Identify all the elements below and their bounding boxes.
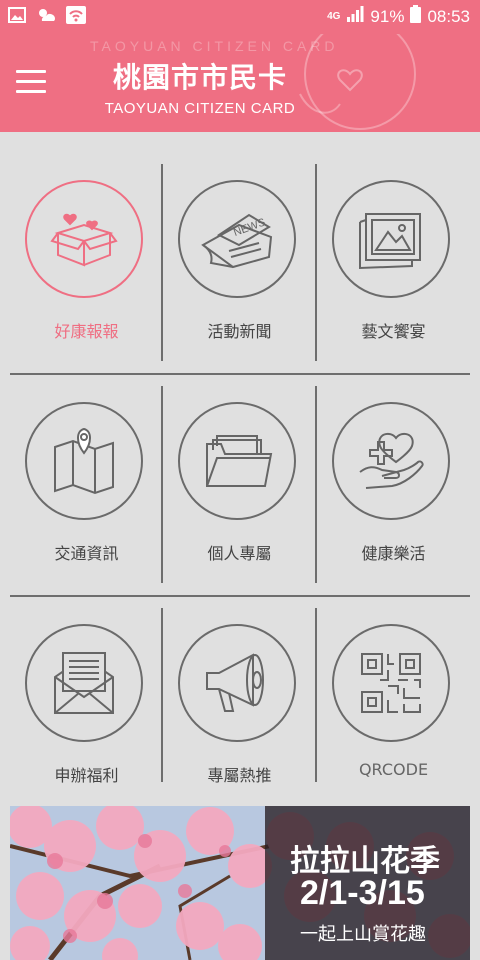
title-english: TAOYUAN CITIZEN CARD	[104, 100, 296, 117]
banner-dates: 2/1-3/15	[300, 874, 425, 912]
menu-item-promo[interactable]: 專屬熱推	[163, 594, 316, 805]
menu-item-traffic[interactable]: 交通資訊	[10, 372, 163, 583]
map-pin-icon	[25, 402, 143, 520]
clock: 08:53	[427, 6, 470, 26]
gallery-icon	[8, 7, 26, 27]
menu-item-label: 申辦福利	[54, 766, 119, 785]
network-type: 4G	[327, 11, 341, 22]
wifi-icon	[66, 6, 86, 28]
heart-hand-icon	[332, 402, 450, 520]
signal-icon	[346, 6, 364, 27]
app-header: TAOYUAN CITIZEN CARD 桃園市市民卡 TAOYUAN CITI…	[0, 34, 480, 132]
promo-banner[interactable]: 拉拉山花季 2/1-3/15 一起上山賞花趣	[10, 806, 470, 960]
folder-icon	[178, 402, 296, 520]
banner-subtitle: 一起上山賞花趣	[300, 924, 426, 945]
page-title: 桃園市市民卡 TAOYUAN CITIZEN CARD	[100, 61, 300, 118]
envelope-icon	[25, 624, 143, 742]
qrcode-icon	[332, 624, 450, 742]
menu-item-label: 活動新聞	[207, 322, 272, 341]
battery-icon	[410, 5, 422, 28]
megaphone-icon	[178, 624, 296, 742]
menu-item-label: 健康樂活	[361, 544, 426, 563]
menu-item-label: 個人專屬	[207, 544, 272, 563]
svg-text:NEWS: NEWS	[232, 216, 267, 239]
menu-item-personal[interactable]: 個人專屬	[163, 372, 316, 583]
menu-item-news[interactable]: NEWS 活動新聞	[163, 150, 316, 361]
menu-item-arts[interactable]: 藝文饗宴	[317, 150, 470, 361]
hamburger-menu-button[interactable]	[16, 70, 46, 94]
menu-item-label: QRCODE	[358, 760, 429, 779]
picture-frame-icon	[332, 180, 450, 298]
menu-item-health[interactable]: 健康樂活	[317, 372, 470, 583]
header-decoration	[299, 34, 416, 130]
status-bar: 4G 91% 08:53	[0, 0, 480, 34]
title-chinese: 桃園市市民卡	[112, 61, 287, 94]
feature-grid: 好康報報 NEWS 活動新聞 藝文饗宴 交通資訊 個人專屬 健康樂活 申辦福利 …	[10, 150, 470, 785]
menu-item-apply[interactable]: 申辦福利	[10, 594, 163, 805]
menu-item-label: 專屬熱推	[207, 766, 272, 785]
battery-percent: 91%	[370, 6, 405, 26]
gift-box-icon	[25, 180, 143, 298]
weather-icon	[36, 7, 56, 27]
menu-item-qrcode[interactable]: QRCODE	[317, 594, 470, 805]
menu-item-deals[interactable]: 好康報報	[10, 150, 163, 361]
menu-item-label: 好康報報	[54, 322, 119, 341]
menu-item-label: 藝文饗宴	[361, 322, 426, 341]
newspaper-icon: NEWS	[178, 180, 296, 298]
menu-item-label: 交通資訊	[54, 544, 119, 563]
